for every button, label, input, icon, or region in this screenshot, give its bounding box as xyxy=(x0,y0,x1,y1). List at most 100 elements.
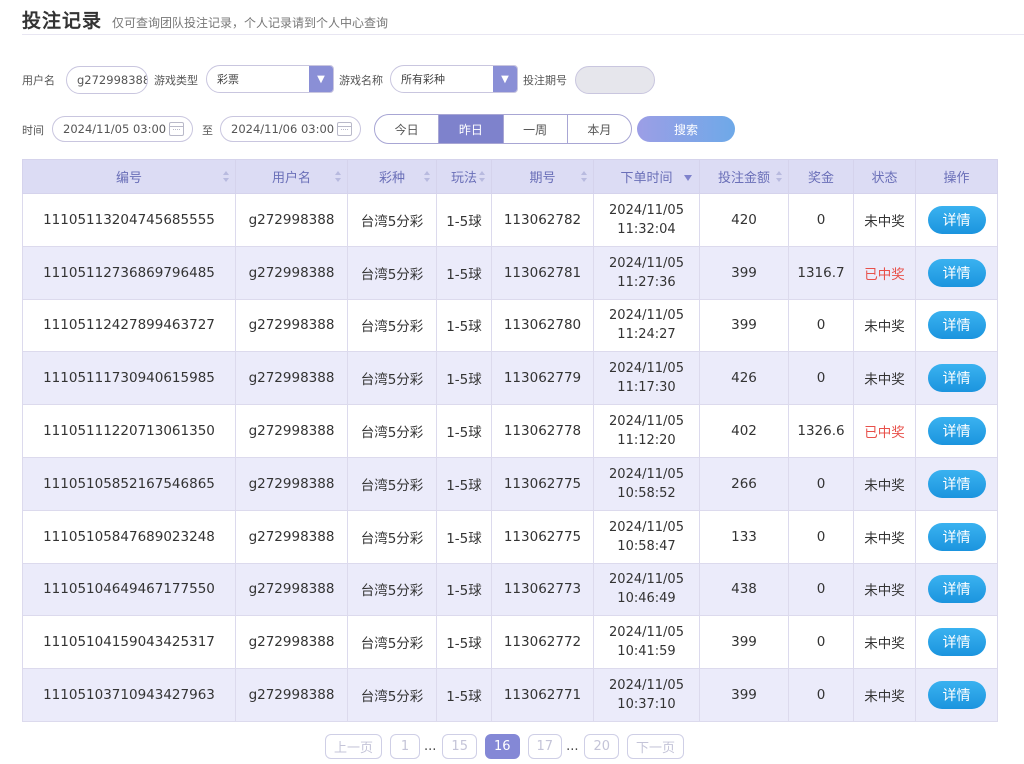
bet-action-cell: 详情 xyxy=(915,193,998,247)
bet-order-clock: 10:58:52 xyxy=(617,485,676,501)
bet-issue: 113062775 xyxy=(491,456,594,511)
details-button[interactable]: 详情 xyxy=(927,628,986,657)
issue-input[interactable] xyxy=(575,66,655,94)
bet-amount: 399 xyxy=(699,245,789,300)
next-page-button[interactable]: 下一页 xyxy=(627,733,685,759)
bet-order-time: 2024/11/05 11:32:04 xyxy=(593,193,700,247)
col-username[interactable]: 用户名 xyxy=(235,159,348,194)
details-button[interactable]: 详情 xyxy=(927,575,986,604)
range-yesterday-button[interactable]: 昨日 xyxy=(439,115,504,143)
header-divider xyxy=(22,34,1024,35)
end-date-value: 2024/11/06 03:00 xyxy=(231,122,335,136)
bet-username: g272998388 xyxy=(235,404,348,458)
game-name-select[interactable]: 所有彩种 ▼ xyxy=(390,65,518,93)
bet-status: 未中奖 xyxy=(853,509,916,564)
game-type-value: 彩票 xyxy=(217,73,239,86)
pagination-ellipsis: ... xyxy=(566,738,579,754)
table-row: 11105112736869796485 g272998388 台湾5分彩 1-5球 1… xyxy=(22,245,998,300)
prev-page-button[interactable]: 上一页 xyxy=(325,733,383,759)
bet-action-cell: 详情 xyxy=(915,562,998,617)
bet-order-time: 2024/11/05 11:24:27 xyxy=(593,298,700,353)
col-status: 状态 xyxy=(853,159,916,194)
calendar-icon[interactable] xyxy=(337,122,352,136)
bet-id: 11105104649467177550 xyxy=(22,562,236,617)
bet-username: g272998388 xyxy=(235,562,348,617)
bet-amount: 133 xyxy=(699,509,789,564)
sort-icon[interactable] xyxy=(581,171,587,183)
sort-icon[interactable] xyxy=(223,171,229,183)
col-amount[interactable]: 投注金额 xyxy=(699,159,789,194)
col-order-time[interactable]: 下单时间 xyxy=(593,159,700,194)
bet-order-date: 2024/11/05 xyxy=(609,678,684,694)
bet-action-cell: 详情 xyxy=(915,298,998,353)
bet-prize: 0 xyxy=(788,509,854,564)
bet-order-date: 2024/11/05 xyxy=(609,308,684,324)
range-week-button[interactable]: 一周 xyxy=(504,115,568,143)
bet-order-time: 2024/11/05 11:27:36 xyxy=(593,245,700,300)
bet-order-time: 2024/11/05 10:37:10 xyxy=(593,668,700,722)
username-input[interactable]: g272998388 xyxy=(66,66,148,94)
page-button[interactable]: 1 xyxy=(390,733,421,759)
page-button[interactable]: 20 xyxy=(584,733,620,759)
bet-lottery: 台湾5分彩 xyxy=(347,615,437,670)
start-date-input[interactable]: 2024/11/05 03:00 xyxy=(52,116,193,142)
col-id[interactable]: 编号 xyxy=(22,159,236,194)
table-row: 11105111220713061350 g272998388 台湾5分彩 1-5球 1… xyxy=(22,404,998,458)
bet-id: 11105113204745685555 xyxy=(22,193,236,247)
game-type-select[interactable]: 彩票 ▼ xyxy=(206,65,334,93)
calendar-icon[interactable] xyxy=(169,122,184,136)
bet-issue: 113062780 xyxy=(491,298,594,353)
current-page-button[interactable]: 16 xyxy=(484,733,520,759)
table-row: 11105111730940615985 g272998388 台湾5分彩 1-5球 1… xyxy=(22,351,998,406)
bet-action-cell: 详情 xyxy=(915,668,998,722)
bet-status: 未中奖 xyxy=(853,668,916,722)
bet-lottery: 台湾5分彩 xyxy=(347,193,437,247)
bet-username: g272998388 xyxy=(235,456,348,511)
bet-play: 1-5球 xyxy=(436,668,492,722)
search-button[interactable]: 搜索 xyxy=(637,116,735,142)
bet-status: 已中奖 xyxy=(853,245,916,300)
bet-lottery: 台湾5分彩 xyxy=(347,509,437,564)
details-button[interactable]: 详情 xyxy=(927,258,986,287)
game-name-value: 所有彩种 xyxy=(401,73,445,86)
range-month-button[interactable]: 本月 xyxy=(568,115,631,143)
bet-order-date: 2024/11/05 xyxy=(609,625,684,641)
details-button[interactable]: 详情 xyxy=(927,364,986,393)
sort-icon[interactable] xyxy=(776,171,782,183)
bet-username: g272998388 xyxy=(235,615,348,670)
bet-issue: 113062771 xyxy=(491,668,594,722)
sort-icon[interactable] xyxy=(479,171,485,183)
bet-id: 11105111730940615985 xyxy=(22,351,236,406)
col-issue[interactable]: 期号 xyxy=(491,159,594,194)
page-button[interactable]: 17 xyxy=(527,733,563,759)
page-button[interactable]: 15 xyxy=(442,733,477,759)
sort-icon[interactable] xyxy=(424,171,430,183)
bet-status: 未中奖 xyxy=(853,615,916,670)
details-button[interactable]: 详情 xyxy=(927,205,986,234)
bet-username: g272998388 xyxy=(235,668,348,722)
details-button[interactable]: 详情 xyxy=(927,417,986,446)
col-play[interactable]: 玩法 xyxy=(436,159,492,194)
details-button[interactable]: 详情 xyxy=(927,681,986,710)
bet-order-clock: 10:41:59 xyxy=(617,644,676,660)
bet-prize: 0 xyxy=(788,193,854,247)
range-today-button[interactable]: 今日 xyxy=(375,115,440,143)
bet-order-clock: 11:32:04 xyxy=(617,221,676,237)
sort-desc-icon[interactable] xyxy=(684,175,692,181)
bet-amount: 399 xyxy=(699,668,789,722)
col-lottery[interactable]: 彩种 xyxy=(347,159,437,194)
details-button[interactable]: 详情 xyxy=(927,311,986,340)
bet-prize: 0 xyxy=(788,562,854,617)
details-button[interactable]: 详情 xyxy=(927,522,986,551)
bet-lottery: 台湾5分彩 xyxy=(347,351,437,406)
details-button[interactable]: 详情 xyxy=(927,469,986,498)
end-date-input[interactable]: 2024/11/06 03:00 xyxy=(220,116,361,142)
bet-order-date: 2024/11/05 xyxy=(609,202,684,218)
page-subtitle: 仅可查询团队投注记录，个人记录请到个人中心查询 xyxy=(112,16,389,30)
page-header: 投注记录 仅可查询团队投注记录，个人记录请到个人中心查询 xyxy=(22,6,388,34)
bet-order-time: 2024/11/05 11:12:20 xyxy=(593,404,700,458)
bet-amount: 426 xyxy=(699,351,789,406)
sort-icon[interactable] xyxy=(335,171,341,183)
bet-status: 未中奖 xyxy=(853,351,916,406)
col-action: 操作 xyxy=(915,159,998,194)
